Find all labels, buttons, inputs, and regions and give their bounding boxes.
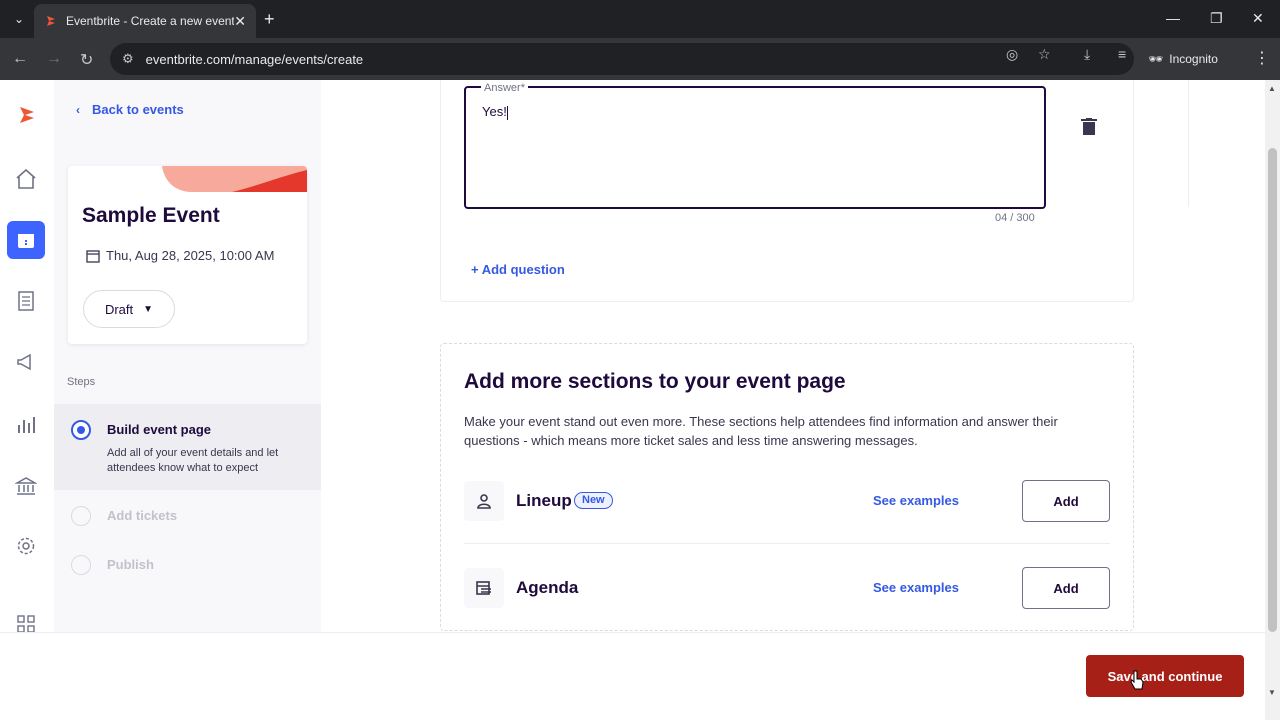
tab-title: Eventbrite - Create a new event xyxy=(66,14,235,28)
new-tab-icon[interactable]: + xyxy=(264,8,275,30)
eventbrite-favicon xyxy=(47,16,55,26)
add-question-link[interactable]: + Add question xyxy=(471,262,565,277)
section-row-agenda: Agenda See examples Add xyxy=(464,567,1110,609)
settings-gear-icon[interactable] xyxy=(13,533,39,559)
footer-bar: Save and continue xyxy=(0,632,1265,720)
icon-rail xyxy=(0,80,54,633)
step-title: Publish xyxy=(107,557,154,572)
calendar-icon xyxy=(86,249,100,263)
add-sections-card: Add more sections to your event page Mak… xyxy=(440,343,1134,631)
step-title: Add tickets xyxy=(107,508,178,523)
event-banner-graphic xyxy=(162,166,307,192)
back-label: Back to events xyxy=(92,102,184,117)
step-radio-active xyxy=(71,420,91,440)
minimize-icon[interactable]: — xyxy=(1166,10,1180,26)
close-tab-icon[interactable]: ✕ xyxy=(234,13,246,30)
delete-trash-icon[interactable] xyxy=(1081,118,1097,136)
main-content: Answer* Yes! 04 / 300 + Add question Add… xyxy=(321,80,1261,632)
finance-bank-icon[interactable] xyxy=(13,473,39,499)
chevron-down-icon: ▼ xyxy=(143,303,154,315)
answer-value: Yes! xyxy=(482,104,508,120)
browser-tab[interactable]: Eventbrite - Create a new event ✕ xyxy=(34,4,256,38)
chevron-left-icon: ‹ xyxy=(76,102,80,117)
answer-label: Answer* xyxy=(481,82,528,94)
browser-tab-bar: ⌄ Eventbrite - Create a new event ✕ + — … xyxy=(0,0,1280,38)
event-date: Thu, Aug 28, 2025, 10:00 AM xyxy=(86,248,274,263)
event-name: Sample Event xyxy=(82,204,220,227)
close-window-icon[interactable]: ✕ xyxy=(1252,10,1264,27)
step-title: Build event page xyxy=(107,422,212,437)
step-description: Add all of your event details and let at… xyxy=(107,447,279,474)
step-build-event-page[interactable]: Build event page Add all of your event d… xyxy=(54,404,321,490)
see-examples-link[interactable]: See examples xyxy=(873,493,959,508)
eye-off-icon[interactable]: ◎ xyxy=(1006,46,1018,63)
page-scrollbar[interactable]: ▲ ▼ xyxy=(1265,80,1280,720)
home-icon[interactable] xyxy=(13,166,39,192)
text-caret xyxy=(506,105,508,120)
incognito-indicator[interactable]: 🕶 Incognito xyxy=(1148,47,1218,71)
char-counter: 04 / 300 xyxy=(995,212,1035,224)
site-info-icon[interactable]: ⚙ xyxy=(122,51,134,67)
back-to-events-link[interactable]: ‹ Back to events xyxy=(76,102,184,117)
marketing-megaphone-icon[interactable] xyxy=(13,349,39,375)
add-lineup-button[interactable]: Add xyxy=(1022,480,1110,522)
reports-chart-icon[interactable] xyxy=(13,412,39,438)
address-bar[interactable]: ⚙ eventbrite.com/manage/events/create xyxy=(110,43,1134,75)
scroll-down-icon[interactable]: ▼ xyxy=(1268,688,1276,697)
answer-textarea[interactable]: Yes! xyxy=(464,86,1046,209)
section-row-lineup: Lineup New See examples Add xyxy=(464,480,1110,522)
scroll-up-icon[interactable]: ▲ xyxy=(1268,84,1276,93)
see-examples-link[interactable]: See examples xyxy=(873,580,959,595)
person-icon xyxy=(464,481,504,521)
event-sidebar: ‹ Back to events Sample Event Thu, Aug 2… xyxy=(54,80,321,632)
add-agenda-button[interactable]: Add xyxy=(1022,567,1110,609)
status-label: Draft xyxy=(104,301,134,317)
status-dropdown[interactable]: Draft ▼ xyxy=(83,290,175,328)
section-name: Agenda xyxy=(516,578,579,597)
back-nav-icon[interactable]: ← xyxy=(12,50,28,68)
incognito-icon: 🕶 xyxy=(1148,52,1164,66)
section-name: Lineup xyxy=(516,491,572,510)
more-menu-icon[interactable]: ⋮ xyxy=(1254,48,1270,68)
sections-description: Make your event stand out even more. The… xyxy=(464,414,1058,448)
download-icon[interactable]: ⤓ xyxy=(1084,46,1090,63)
bookmark-star-icon[interactable]: ☆ xyxy=(1038,46,1051,63)
mouse-pointer-icon xyxy=(1130,670,1144,690)
restore-icon[interactable]: ❐ xyxy=(1210,10,1223,27)
row-divider xyxy=(464,543,1110,544)
forward-nav-icon[interactable]: → xyxy=(46,50,62,68)
scroll-thumb[interactable] xyxy=(1268,148,1277,632)
steps-heading: Steps xyxy=(67,376,96,388)
orders-list-icon[interactable] xyxy=(13,288,39,314)
eventbrite-logo[interactable] xyxy=(16,104,38,126)
incognito-label: Incognito xyxy=(1169,52,1218,66)
save-and-continue-button[interactable]: Save and continue xyxy=(1086,655,1244,697)
step-radio xyxy=(71,506,91,526)
event-date-text: Thu, Aug 28, 2025, 10:00 AM xyxy=(106,248,275,263)
calendar-list-icon xyxy=(464,568,504,608)
new-badge: New xyxy=(574,492,613,509)
event-summary-card: Sample Event Thu, Aug 28, 2025, 10:00 AM… xyxy=(68,166,307,344)
page: ‹ Back to events Sample Event Thu, Aug 2… xyxy=(0,80,1280,720)
tab-search-dropdown[interactable]: ⌄ xyxy=(8,8,30,30)
url-text: eventbrite.com/manage/events/create xyxy=(145,51,364,67)
events-calendar-icon[interactable] xyxy=(7,221,45,259)
browser-toolbar: ← → ↻ ⚙ eventbrite.com/manage/events/cre… xyxy=(0,38,1280,80)
divider xyxy=(1188,80,1189,207)
step-radio xyxy=(71,555,91,575)
reload-icon[interactable]: ↻ xyxy=(80,50,93,70)
sections-heading: Add more sections to your event page xyxy=(464,370,846,393)
media-icon[interactable]: ≡ xyxy=(1118,46,1126,62)
